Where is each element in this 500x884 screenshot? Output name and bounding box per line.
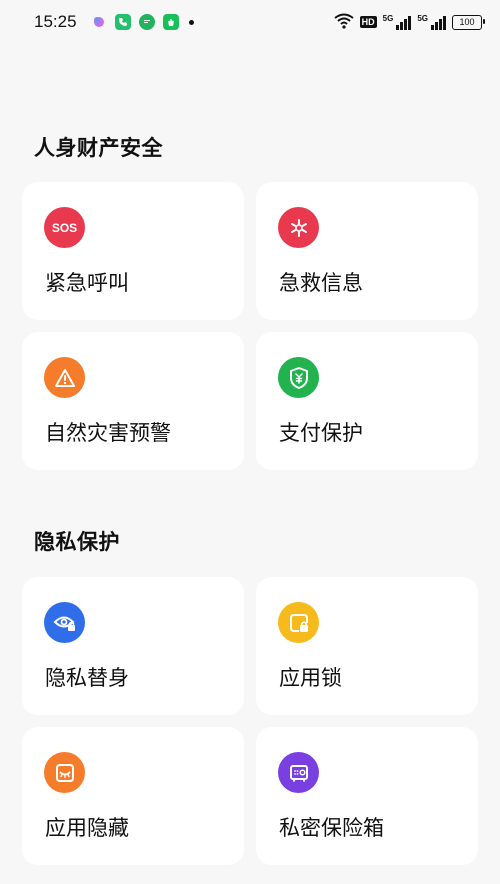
wifi-icon xyxy=(334,13,354,32)
card-label: 紧急呼叫 xyxy=(45,271,129,295)
private-safe-card[interactable]: 私密保险箱 xyxy=(256,727,478,865)
phone-notification-icon xyxy=(114,14,131,30)
app-hide-icon xyxy=(44,752,85,793)
app-hide-card[interactable]: 应用隐藏 xyxy=(22,727,244,865)
status-bar: 15:25 HD 5G 5G 100 xyxy=(0,0,500,44)
yuan-shield-icon xyxy=(278,357,319,398)
card-label: 应用锁 xyxy=(279,666,342,690)
card-label: 隐私替身 xyxy=(45,666,129,690)
message-notification-icon xyxy=(138,14,155,30)
card-label: 私密保险箱 xyxy=(279,816,384,840)
app-notification-icon xyxy=(91,14,107,30)
status-time: 15:25 xyxy=(34,12,77,31)
payment-protection-card[interactable]: 支付保护 xyxy=(256,332,478,470)
card-label: 急救信息 xyxy=(279,271,363,295)
app-lock-icon xyxy=(278,602,319,643)
signal-2-icon: 5G xyxy=(417,14,446,30)
disaster-alert-card[interactable]: 自然灾害预警 xyxy=(22,332,244,470)
more-notifications-dot xyxy=(188,19,194,25)
battery-icon: 100 xyxy=(452,14,485,30)
hd-voice-icon: HD xyxy=(359,16,377,28)
store-notification-icon xyxy=(162,14,179,30)
app-lock-card[interactable]: 应用锁 xyxy=(256,577,478,715)
card-label: 支付保护 xyxy=(279,421,363,445)
safe-box-icon xyxy=(278,752,319,793)
notification-icons xyxy=(91,14,179,30)
system-icons: HD 5G 5G 100 xyxy=(334,13,485,32)
medical-info-card[interactable]: 急救信息 xyxy=(256,182,478,320)
eye-lock-icon xyxy=(44,602,85,643)
sos-icon: SOS xyxy=(44,207,85,248)
emergency-call-card[interactable]: SOS 紧急呼叫 xyxy=(22,182,244,320)
medical-asterisk-icon xyxy=(278,207,319,248)
card-label: 应用隐藏 xyxy=(45,816,129,840)
section-title-privacy: 隐私保护 xyxy=(34,530,120,554)
privacy-avatar-card[interactable]: 隐私替身 xyxy=(22,577,244,715)
card-label: 自然灾害预警 xyxy=(45,421,171,445)
signal-1-icon: 5G xyxy=(383,14,412,30)
warning-triangle-icon xyxy=(44,357,85,398)
section-title-personal-safety: 人身财产安全 xyxy=(34,136,163,160)
